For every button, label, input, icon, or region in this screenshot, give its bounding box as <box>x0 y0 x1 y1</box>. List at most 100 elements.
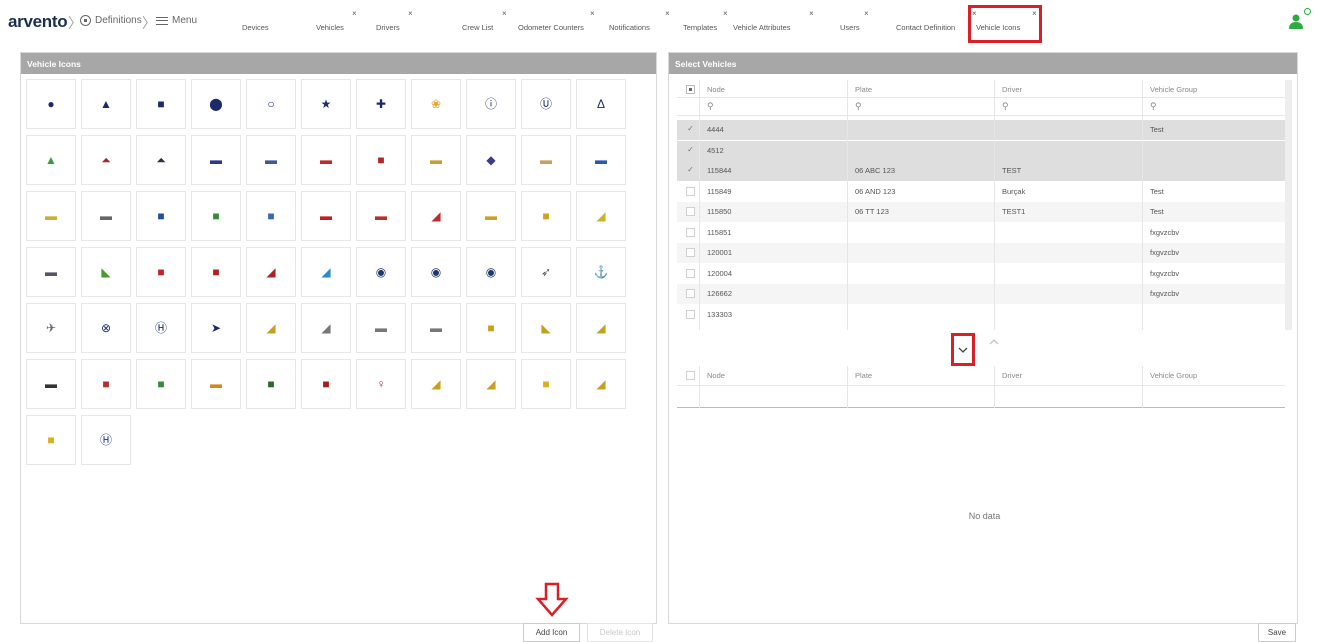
move-up-button[interactable] <box>989 339 999 345</box>
icon-cell[interactable]: Ⓤ <box>521 79 571 129</box>
close-tab-icon[interactable]: × <box>723 9 728 18</box>
tab-contact-definition[interactable]: Contact Definition <box>896 23 955 32</box>
icon-cell[interactable]: ▬ <box>466 191 516 241</box>
arvento-logo[interactable]: arvento <box>8 12 68 32</box>
icon-cell[interactable]: ✚ <box>356 79 406 129</box>
icon-cell[interactable]: ■ <box>521 191 571 241</box>
close-tab-icon[interactable]: × <box>665 9 670 18</box>
icon-cell[interactable]: ■ <box>191 191 241 241</box>
tab-devices[interactable]: Devices <box>242 23 269 32</box>
icon-cell[interactable]: ◉ <box>466 247 516 297</box>
icon-cell[interactable]: ■ <box>191 247 241 297</box>
table-row[interactable]: 115851 fxgvzcbv <box>677 222 1285 243</box>
icon-cell[interactable]: ○ <box>246 79 296 129</box>
icon-cell[interactable]: ▬ <box>191 135 241 185</box>
column-header[interactable]: Driver <box>1002 85 1022 94</box>
select-all-checkbox[interactable] <box>686 371 695 380</box>
column-header[interactable]: Plate <box>855 371 872 380</box>
row-checkbox[interactable]: ✓ <box>686 145 695 155</box>
icon-cell[interactable]: ■ <box>136 191 186 241</box>
column-header[interactable]: Node <box>707 371 725 380</box>
icon-cell[interactable]: ◢ <box>246 247 296 297</box>
close-tab-icon[interactable]: × <box>1032 9 1037 18</box>
icon-cell[interactable]: ◣ <box>521 303 571 353</box>
filter-search-icon[interactable]: ⚲ <box>707 101 714 112</box>
column-header[interactable]: Vehicle Group <box>1150 85 1197 94</box>
icon-cell[interactable]: ▬ <box>246 135 296 185</box>
icon-cell[interactable]: Δ <box>576 79 626 129</box>
close-tab-icon[interactable]: × <box>502 9 507 18</box>
icon-cell[interactable]: ◢ <box>576 359 626 409</box>
icon-cell[interactable]: ◢ <box>411 359 461 409</box>
icon-cell[interactable]: ➤ <box>191 303 241 353</box>
icon-cell[interactable]: ▬ <box>356 191 406 241</box>
icon-cell[interactable]: ⓘ <box>466 79 516 129</box>
icon-cell[interactable]: ▬ <box>26 359 76 409</box>
icon-cell[interactable]: ⏶ <box>136 135 186 185</box>
icon-cell[interactable]: ▬ <box>81 191 131 241</box>
icon-cell[interactable]: ▬ <box>411 135 461 185</box>
add-icon-button[interactable]: Add Icon <box>523 623 580 642</box>
icon-cell[interactable]: ⊗ <box>81 303 131 353</box>
icon-cell[interactable]: ▬ <box>356 303 406 353</box>
icon-cell[interactable]: ■ <box>356 135 406 185</box>
menu-button[interactable]: Menu <box>156 15 197 26</box>
icon-cell[interactable]: ■ <box>246 191 296 241</box>
table-row[interactable]: 120004 fxgvzcbv <box>677 263 1285 284</box>
icon-cell[interactable]: ● <box>26 79 76 129</box>
icon-cell[interactable]: ■ <box>521 359 571 409</box>
table-row[interactable]: 126662 fxgvzcbv <box>677 284 1285 304</box>
icon-cell[interactable]: ▬ <box>26 191 76 241</box>
save-button[interactable]: Save <box>1258 623 1296 642</box>
icon-cell[interactable]: ◢ <box>411 191 461 241</box>
icon-cell[interactable]: ▬ <box>411 303 461 353</box>
icon-cell[interactable]: ◢ <box>466 359 516 409</box>
filter-search-icon[interactable]: ⚲ <box>1002 101 1009 112</box>
icon-cell[interactable]: ■ <box>136 359 186 409</box>
icon-cell[interactable]: ▬ <box>301 191 351 241</box>
table-row[interactable]: ✓ 4444 Test <box>677 120 1285 140</box>
table-row[interactable]: 115849 06 AND 123 Burçak Test <box>677 181 1285 202</box>
icon-cell[interactable]: ◢ <box>576 191 626 241</box>
tab-drivers[interactable]: Drivers <box>376 23 400 32</box>
icon-cell[interactable]: ▬ <box>576 135 626 185</box>
icon-cell[interactable]: ■ <box>136 247 186 297</box>
column-header[interactable]: Node <box>707 85 725 94</box>
icon-cell[interactable]: ⬤ <box>191 79 241 129</box>
tab-odometer-counters[interactable]: Odometer Counters <box>518 23 584 32</box>
icon-cell[interactable]: ⚓ <box>576 247 626 297</box>
icon-cell[interactable]: ◢ <box>246 303 296 353</box>
icon-cell[interactable]: ▬ <box>301 135 351 185</box>
icon-cell[interactable]: ★ <box>301 79 351 129</box>
select-all-checkbox[interactable] <box>686 85 695 94</box>
column-header[interactable]: Plate <box>855 85 872 94</box>
icon-cell[interactable]: ❀ <box>411 79 461 129</box>
table-row[interactable]: ✓ 115844 06 ABC 123 TEST <box>677 161 1285 181</box>
row-checkbox[interactable]: ✓ <box>686 166 695 175</box>
icon-cell[interactable]: ♀ <box>356 359 406 409</box>
icon-cell[interactable]: ◉ <box>411 247 461 297</box>
icon-cell[interactable]: ➶ <box>521 247 571 297</box>
icon-cell[interactable]: ■ <box>246 359 296 409</box>
row-checkbox[interactable]: ✓ <box>686 125 695 134</box>
close-tab-icon[interactable]: × <box>590 9 595 18</box>
filter-search-icon[interactable]: ⚲ <box>1150 101 1157 112</box>
column-header[interactable]: Vehicle Group <box>1150 371 1197 380</box>
row-checkbox[interactable] <box>686 248 695 257</box>
close-tab-icon[interactable]: × <box>809 9 814 18</box>
row-checkbox[interactable] <box>686 268 695 278</box>
icon-cell[interactable]: ◢ <box>576 303 626 353</box>
icon-cell[interactable]: ■ <box>81 359 131 409</box>
icon-cell[interactable]: ◢ <box>301 247 351 297</box>
table-row[interactable]: 120001 fxgvzcbv <box>677 243 1285 263</box>
icon-cell[interactable]: Ⓗ <box>136 303 186 353</box>
close-tab-icon[interactable]: × <box>864 9 869 18</box>
table-row[interactable]: 115850 06 TT 123 TEST1 Test <box>677 202 1285 222</box>
column-header[interactable]: Driver <box>1002 371 1022 380</box>
tab-vehicles[interactable]: Vehicles <box>316 23 344 32</box>
table-row[interactable]: 133303 <box>677 304 1285 325</box>
icon-cell[interactable]: ◆ <box>466 135 516 185</box>
row-checkbox[interactable] <box>686 309 695 319</box>
icon-cell[interactable]: ■ <box>136 79 186 129</box>
tab-users[interactable]: Users <box>840 23 860 32</box>
